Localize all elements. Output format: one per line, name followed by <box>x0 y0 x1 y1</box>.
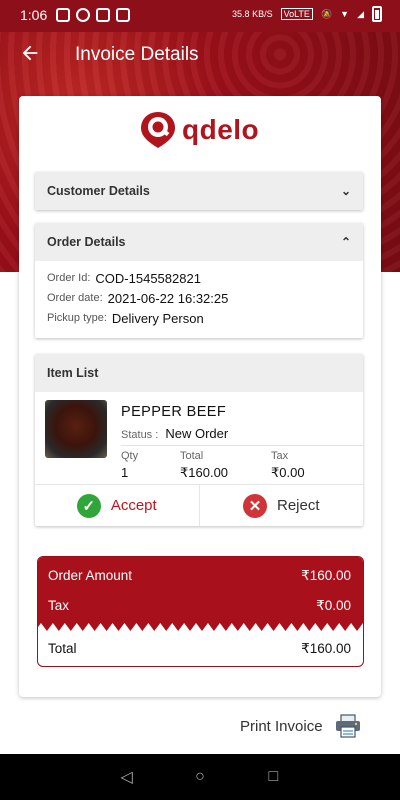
reject-button[interactable]: ✕ Reject <box>198 485 364 526</box>
accept-button[interactable]: ✓ Accept <box>35 485 199 526</box>
mute-icon: 🔕 <box>320 8 333 19</box>
printer-icon <box>335 714 360 738</box>
print-invoice-label: Print Invoice <box>240 717 323 735</box>
customer-details-header[interactable]: Customer Details ⌄ <box>35 172 363 210</box>
item-actions: ✓ Accept ✕ Reject <box>35 484 363 526</box>
calendar-icon <box>96 8 110 22</box>
nav-back-icon[interactable]: ◁ <box>113 767 141 787</box>
qty-label: Qty <box>121 450 139 462</box>
item-list-section: Item List PEPPER BEEF Status : New Order… <box>35 354 363 526</box>
tax-label: Tax <box>271 450 289 462</box>
battery-icon <box>372 6 382 22</box>
tax-value: ₹0.00 <box>316 598 351 613</box>
tax-value: ₹0.00 <box>271 465 305 480</box>
order-amount-row: Order Amount ₹160.00 <box>48 568 351 583</box>
chevron-up-icon: ⌃ <box>340 235 351 249</box>
nav-home-icon[interactable]: ○ <box>186 768 214 786</box>
order-summary: Order Amount ₹160.00 Tax ₹0.00 Total ₹16… <box>37 556 364 667</box>
order-amount-value: ₹160.00 <box>301 568 351 583</box>
volte-icon: VoLTE <box>280 8 313 20</box>
list-item: PEPPER BEEF Status : New Order Qty Total… <box>35 392 363 526</box>
order-id: COD-1545582821 <box>95 270 201 286</box>
print-invoice-button[interactable]: Print Invoice <box>240 714 361 738</box>
total-row: Total ₹160.00 <box>48 641 351 656</box>
customer-details-section[interactable]: Customer Details ⌄ <box>35 172 363 210</box>
item-image <box>45 400 107 458</box>
item-status: Status : New Order <box>121 426 229 441</box>
page-title: Invoice Details <box>75 44 199 65</box>
flipboard-icon <box>56 8 70 22</box>
network-speed: 35.8 KB/S <box>232 9 273 19</box>
wifi-icon: ▼ <box>340 9 350 19</box>
qty-value: 1 <box>121 465 129 480</box>
image-icon <box>116 8 130 22</box>
order-date: 2021-06-22 16:32:25 <box>107 290 229 306</box>
order-date-row: Order date: 2021-06-22 16:32:25 <box>47 290 229 306</box>
order-details-header[interactable]: Order Details ⌃ <box>35 223 363 261</box>
total-value: ₹160.00 <box>301 641 351 656</box>
invoice-card: qdelo Customer Details ⌄ Order Details ⌃… <box>19 96 381 697</box>
qdelo-pin-icon <box>141 112 175 148</box>
qdelo-logo: qdelo <box>138 110 259 150</box>
tax-row: Tax ₹0.00 <box>48 598 351 613</box>
close-circle-icon: ✕ <box>242 493 267 518</box>
pickup-type: Delivery Person <box>111 310 204 326</box>
chevron-down-icon: ⌄ <box>340 184 351 198</box>
summary-zigzag <box>38 623 363 631</box>
back-arrow-icon[interactable] <box>16 42 44 70</box>
order-id-row: Order Id: COD-1545582821 <box>47 270 201 286</box>
status-bar: 1:06 35.8 KB/S VoLTE 🔕 ▼ ◢ <box>0 0 400 32</box>
whatsapp-icon <box>76 8 90 22</box>
divider <box>121 445 363 446</box>
total-value: ₹160.00 <box>180 465 229 480</box>
check-circle-icon: ✓ <box>76 493 101 518</box>
app-bar: Invoice Details <box>0 32 400 80</box>
signal-icon: ◢ <box>357 8 364 19</box>
item-name: PEPPER BEEF <box>121 404 227 420</box>
section-title: Item List <box>47 366 99 380</box>
section-title: Customer Details <box>47 184 150 198</box>
section-title: Order Details <box>47 235 126 249</box>
total-label: Total <box>180 450 204 462</box>
status-time: 1:06 <box>20 7 48 23</box>
nav-recents-icon[interactable]: □ <box>259 768 287 786</box>
pickup-type-row: Pickup type: Delivery Person <box>47 310 204 326</box>
system-nav-bar: ◁ ○ □ <box>0 754 400 800</box>
logo-text: qdelo <box>182 114 260 145</box>
order-details-section: Order Details ⌃ Order Id: COD-1545582821… <box>35 223 363 338</box>
item-list-header: Item List <box>35 354 363 392</box>
